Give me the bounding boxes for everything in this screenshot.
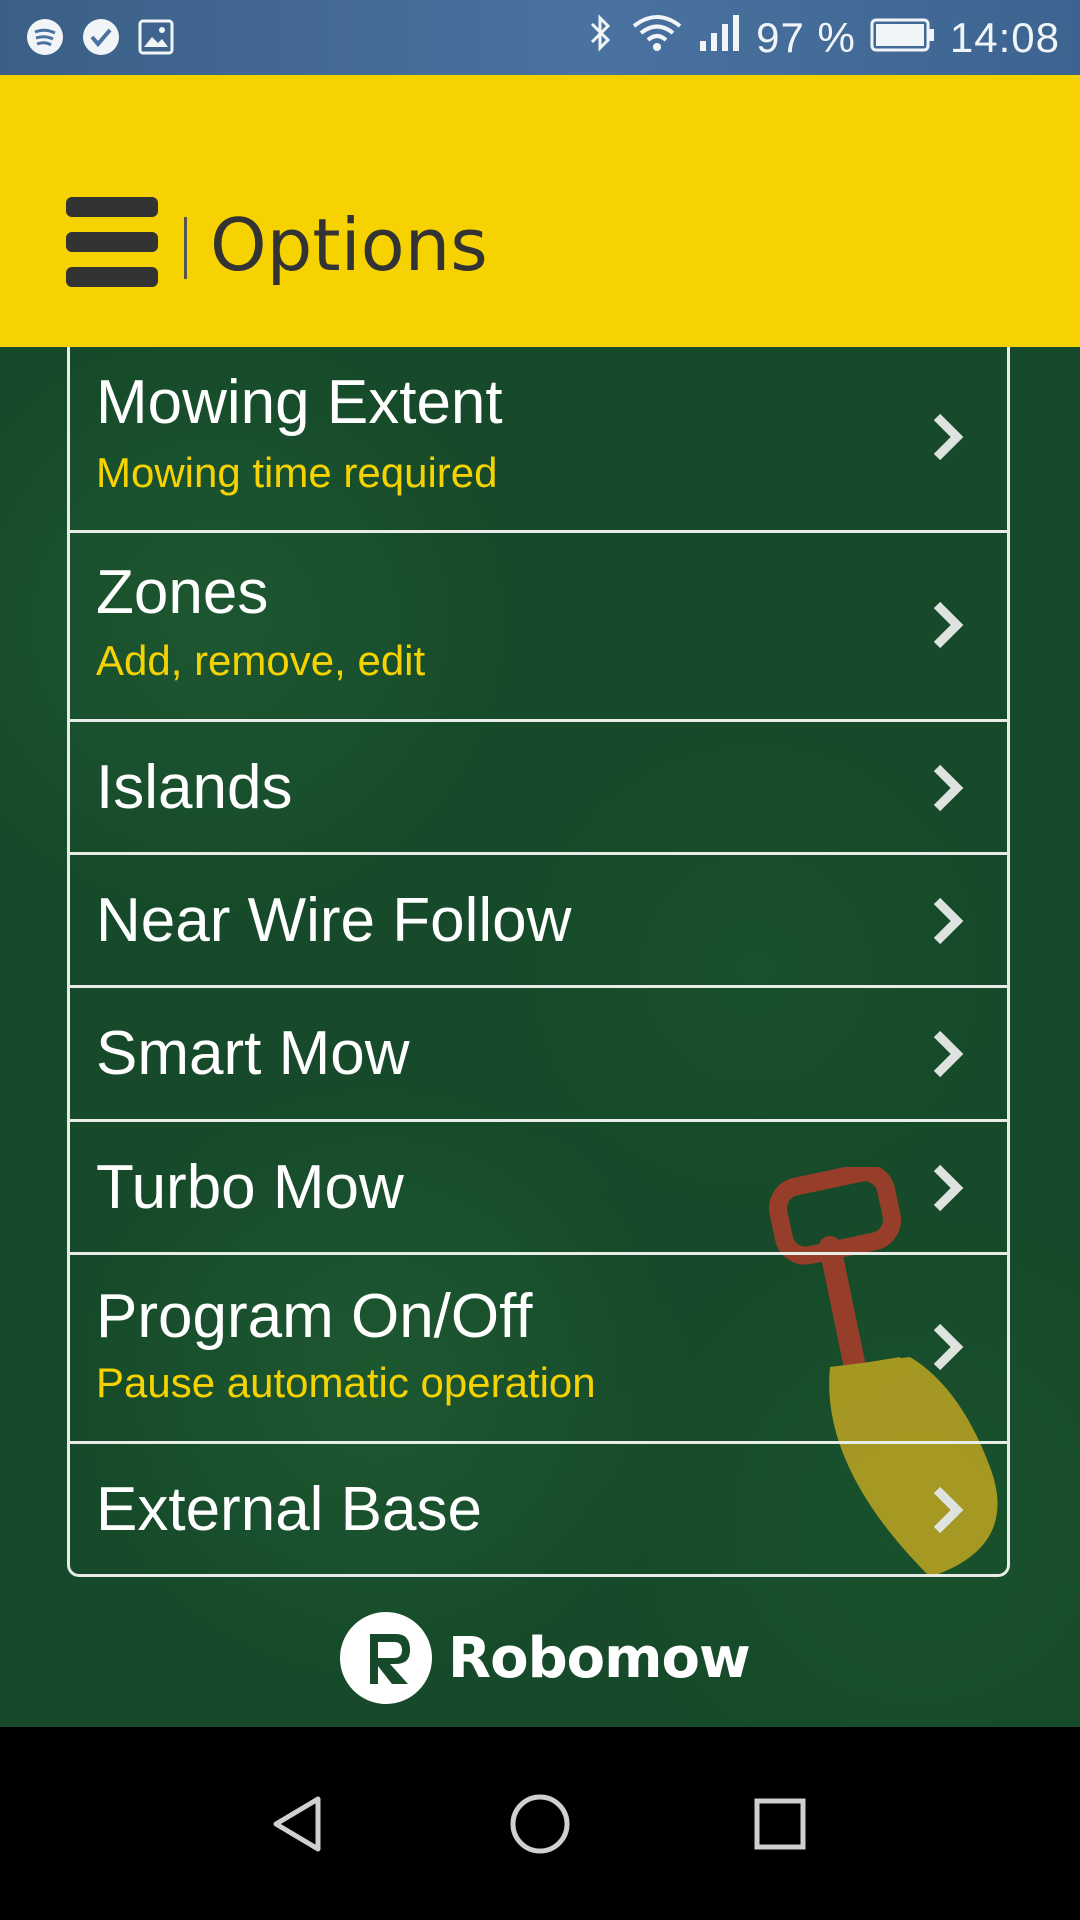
- status-bar: 97 % 14:08: [0, 0, 1080, 75]
- menu-item-near-wire-follow[interactable]: Near Wire Follow: [70, 855, 1007, 988]
- brand-name: Robomow: [448, 1625, 751, 1691]
- menu-item-label: External Base: [96, 1475, 482, 1544]
- recents-icon[interactable]: [745, 1789, 815, 1859]
- options-screen: Mowing Extent Mowing time required Zones…: [0, 347, 1080, 1727]
- hamburger-icon[interactable]: [66, 197, 158, 287]
- menu-item-zones[interactable]: Zones Add, remove, edit: [70, 533, 1007, 722]
- menu-item-label: Zones: [96, 558, 269, 627]
- navigation-bar: [0, 1727, 1080, 1920]
- menu-item-label: Program On/Off: [96, 1282, 533, 1351]
- menu-item-subtitle: Add, remove, edit: [96, 637, 426, 684]
- menu-item-label: Turbo Mow: [96, 1153, 404, 1222]
- chevron-right-icon: [933, 1030, 964, 1078]
- menu-item-subtitle: Mowing time required: [96, 449, 498, 496]
- robomow-logo: Robomow: [340, 1611, 751, 1705]
- menu-item-turbo-mow[interactable]: Turbo Mow: [70, 1122, 1007, 1255]
- wifi-icon: [630, 12, 684, 64]
- spotify-icon: [26, 18, 64, 61]
- home-icon[interactable]: [505, 1789, 575, 1859]
- clock: 14:08: [949, 14, 1060, 61]
- menu-item-external-base[interactable]: External Base: [70, 1444, 1007, 1574]
- chevron-right-icon: [933, 1323, 964, 1371]
- options-list: Mowing Extent Mowing time required Zones…: [67, 347, 1010, 1577]
- chevron-right-icon: [933, 1164, 964, 1212]
- title-divider: [184, 217, 187, 279]
- check-circle-icon: [82, 18, 120, 61]
- chevron-right-icon: [933, 764, 964, 812]
- page-title: Options: [210, 203, 488, 287]
- menu-item-label: Near Wire Follow: [96, 886, 572, 955]
- chevron-right-icon: [933, 897, 964, 945]
- battery-percent: 97 %: [756, 14, 856, 61]
- bluetooth-icon: [586, 12, 616, 64]
- image-icon: [138, 19, 174, 60]
- chevron-right-icon: [933, 413, 964, 461]
- app-bar: Options: [0, 75, 1080, 347]
- signal-icon: [698, 13, 742, 63]
- menu-item-program-on-off[interactable]: Program On/Off Pause automatic operation: [70, 1255, 1007, 1444]
- chevron-right-icon: [933, 1486, 964, 1534]
- menu-item-islands[interactable]: Islands: [70, 722, 1007, 855]
- menu-item-label: Smart Mow: [96, 1019, 410, 1088]
- menu-item-mowing-extent[interactable]: Mowing Extent Mowing time required: [70, 347, 1007, 533]
- back-icon[interactable]: [264, 1789, 334, 1859]
- chevron-right-icon: [933, 601, 964, 649]
- battery-icon: [870, 14, 936, 62]
- menu-item-smart-mow[interactable]: Smart Mow: [70, 988, 1007, 1122]
- menu-item-label: Mowing Extent: [96, 368, 503, 437]
- menu-item-label: Islands: [96, 753, 293, 822]
- menu-item-subtitle: Pause automatic operation: [96, 1359, 596, 1406]
- logo-mark: [340, 1612, 432, 1704]
